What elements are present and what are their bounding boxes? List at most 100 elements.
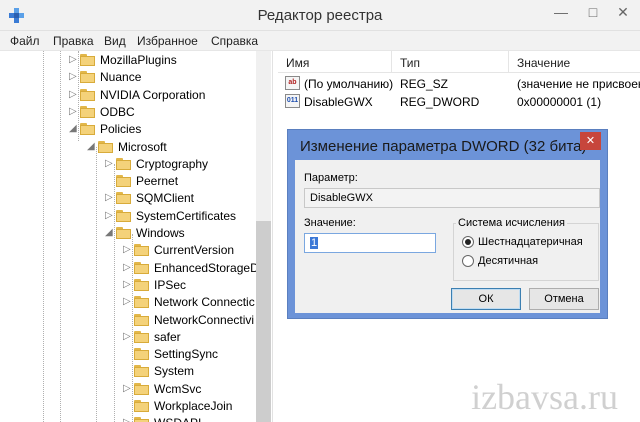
window-title: Редактор реестра [257,7,383,24]
radio-dec-circle[interactable] [462,255,474,267]
value-data-input[interactable]: 1 [304,233,436,253]
column-divider[interactable] [391,51,392,73]
tree-item[interactable]: ▷ SystemCertificates [0,208,256,225]
tree-item-label: Nuance [100,70,142,84]
tree-item[interactable]: ▷ IPSec [0,277,256,294]
tree-item[interactable]: Peernet [0,173,256,190]
list-row[interactable]: ab (По умолчанию) REG_SZ (значение не пр… [278,75,640,93]
edit-dword-dialog: Изменение параметра DWORD (32 бита) ✕ Па… [287,129,608,319]
menu-bar: Файл Правка Вид Избранное Справка [0,31,640,51]
tree-item-label: System [154,364,195,378]
cancel-button[interactable]: Отмена [529,288,599,310]
expand-arrow-icon[interactable]: ▷ [69,54,77,65]
tree-item[interactable]: ▷ Network Connectic [0,294,256,311]
minimize-button[interactable]: — [546,0,576,24]
folder-icon [80,71,95,83]
tree-item-label: SQMClient [136,191,195,205]
menu-edit[interactable]: Правка [53,34,94,48]
folder-icon [98,141,113,153]
selected-value-text: 1 [310,237,319,249]
collapse-arrow-icon[interactable]: ◢ [105,227,113,238]
tree-item-label: Network Connectic [154,295,255,309]
collapse-arrow-icon[interactable]: ◢ [87,141,95,152]
list-header: Имя Тип Значение [278,51,640,73]
folder-icon [134,383,149,395]
tree-item-label: WSDAPI [154,416,201,422]
tree-scrollbar-thumb[interactable] [256,221,271,422]
tree-item-label: SettingSync [154,347,219,361]
folder-icon [80,123,95,135]
ok-button[interactable]: ОК [451,288,521,310]
value-label: Значение: [304,217,356,229]
folder-icon [80,106,95,118]
folder-icon [134,365,149,377]
tree-item-label: SystemCertificates [136,209,237,223]
menu-help[interactable]: Справка [211,34,258,48]
folder-icon [134,348,149,360]
expand-arrow-icon[interactable]: ▷ [123,296,131,307]
expand-arrow-icon[interactable]: ▷ [123,383,131,394]
folder-icon [116,227,131,239]
folder-icon [116,158,131,170]
dword-value-icon: 011 [285,94,300,108]
radio-hex-circle[interactable] [462,236,474,248]
radix-groupbox [453,223,599,281]
expand-arrow-icon[interactable]: ▷ [123,417,131,422]
folder-icon [134,279,149,291]
folder-icon [80,89,95,101]
menu-file[interactable]: Файл [10,34,40,48]
radio-dec-label[interactable]: Десятичная [478,255,538,267]
tree-item[interactable]: ▷ Nuance [0,69,256,86]
tree-item[interactable]: ◢ Microsoft [0,139,256,156]
expand-arrow-icon[interactable]: ▷ [69,106,77,117]
tree-item[interactable]: ◢ Windows [0,225,256,242]
tree-item[interactable]: ▷ Cryptography [0,156,256,173]
list-row[interactable]: 011 DisableGWX REG_DWORD 0x00000001 (1) [278,93,640,111]
expand-arrow-icon[interactable]: ▷ [105,210,113,221]
expand-arrow-icon[interactable]: ▷ [123,279,131,290]
tree-item[interactable]: ◢ Policies [0,121,256,138]
dialog-close-button[interactable]: ✕ [580,132,601,150]
tree-item[interactable]: ▷ EnhancedStorageD [0,260,259,277]
menu-favorites[interactable]: Избранное [137,34,198,48]
radio-hex-label[interactable]: Шестнадцатеричная [478,236,583,248]
folder-icon [134,244,149,256]
tree-item[interactable]: SettingSync [0,346,256,363]
folder-icon [134,417,149,422]
expand-arrow-icon[interactable]: ▷ [123,244,131,255]
expand-arrow-icon[interactable]: ▷ [69,89,77,100]
close-window-button[interactable]: ✕ [608,0,638,24]
tree-item-label: Peernet [136,174,179,188]
tree-item[interactable]: ▷ CurrentVersion [0,242,256,259]
tree-item[interactable]: ▷ SQMClient [0,190,256,207]
expand-arrow-icon[interactable]: ▷ [105,192,113,203]
column-type-header[interactable]: Тип [400,56,420,70]
tree-item[interactable]: ▷ safer [0,329,256,346]
radio-selected-dot [465,239,471,245]
column-divider[interactable] [508,51,509,73]
collapse-arrow-icon[interactable]: ◢ [69,123,77,134]
tree-item[interactable]: ▷ NVIDIA Corporation [0,87,256,104]
tree-item[interactable]: ▷ ODBC [0,104,256,121]
tree-item-label: NetworkConnectivi [154,313,255,327]
column-value-header[interactable]: Значение [517,56,570,70]
registry-tree[interactable]: ▷ MozillaPlugins ▷ Nuance ▷ NVIDIA Corporatio… [0,51,273,422]
expand-arrow-icon[interactable]: ▷ [123,262,131,273]
tree-item[interactable]: NetworkConnectivi [0,312,256,329]
expand-arrow-icon[interactable]: ▷ [105,158,113,169]
radix-label: Система исчисления [456,217,567,229]
tree-item[interactable]: ▷ WSDAPI [0,415,256,422]
column-name-header[interactable]: Имя [286,56,309,70]
folder-icon [116,210,131,222]
tree-item[interactable]: System [0,363,256,380]
tree-item[interactable]: WorkplaceJoin [0,398,256,415]
tree-item[interactable]: ▷ WcmSvc [0,381,256,398]
expand-arrow-icon[interactable]: ▷ [69,71,77,82]
string-value-icon: ab [285,76,300,90]
tree-item-label: EnhancedStorageD [154,261,259,275]
expand-arrow-icon[interactable]: ▷ [123,331,131,342]
menu-view[interactable]: Вид [104,34,126,48]
maximize-button[interactable]: □ [578,0,608,24]
tree-item-label: Cryptography [136,157,209,171]
tree-item[interactable]: ▷ MozillaPlugins [0,52,256,69]
